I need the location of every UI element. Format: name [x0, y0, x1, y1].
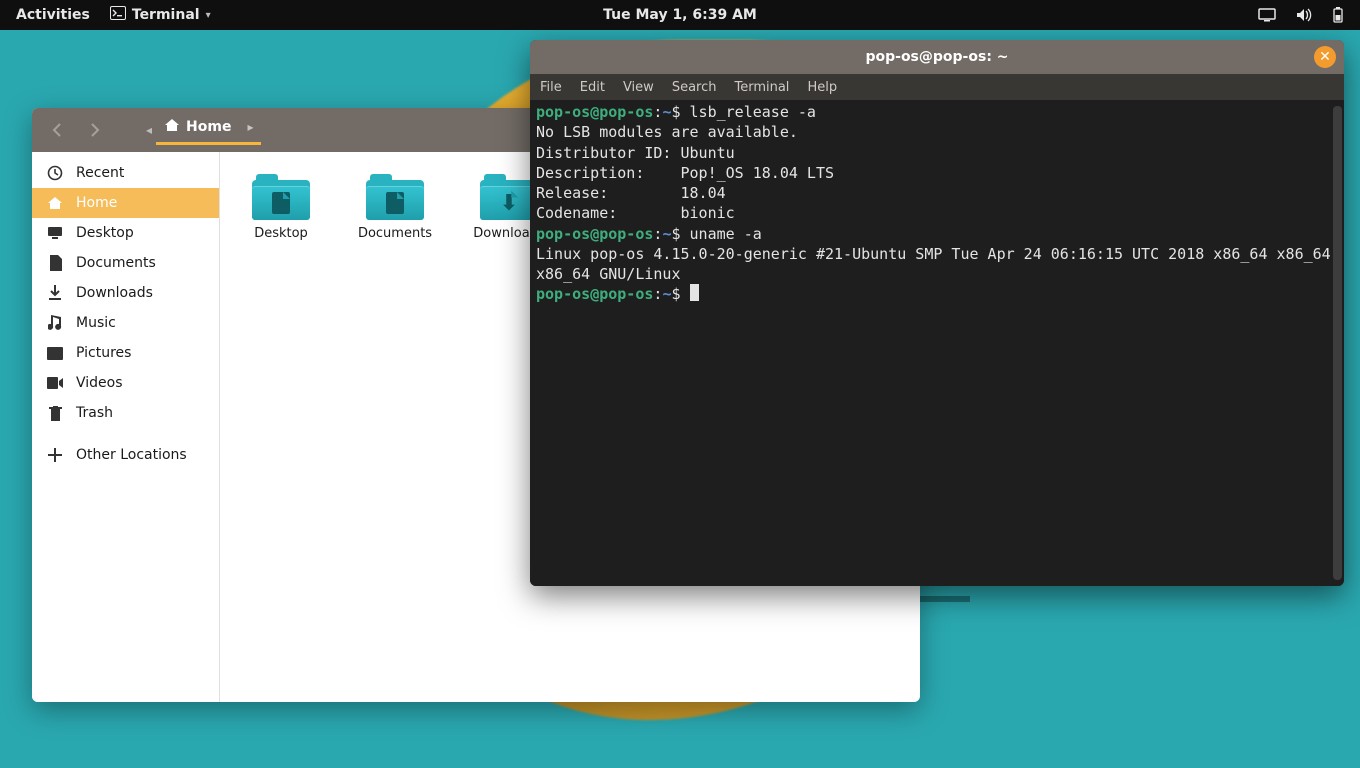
sidebar-item-label: Pictures [76, 345, 131, 361]
folder-desktop[interactable]: Desktop [238, 174, 324, 241]
topbar-app-label: Terminal [132, 7, 200, 23]
sidebar-item-videos[interactable]: Videos [32, 368, 219, 398]
home-icon [164, 118, 180, 136]
sidebar-item-recent[interactable]: Recent [32, 158, 219, 188]
sidebar-item-downloads[interactable]: Downloads [32, 278, 219, 308]
clock-icon [46, 165, 64, 181]
activities-button[interactable]: Activities [10, 7, 96, 23]
terminal-content[interactable]: pop-os@pop-os:~$ lsb_release -aNo LSB mo… [530, 100, 1344, 586]
folder-label: Documents [358, 226, 432, 241]
nav-forward-button[interactable] [78, 116, 110, 144]
desktop-icon [46, 226, 64, 240]
volume-icon[interactable] [1290, 8, 1318, 22]
sidebar-item-label: Videos [76, 375, 123, 391]
menu-view[interactable]: View [623, 80, 654, 95]
trash-icon [46, 406, 64, 421]
sidebar-item-home[interactable]: Home [32, 188, 219, 218]
terminal-scrollbar[interactable] [1333, 106, 1342, 580]
folder-icon [366, 174, 424, 220]
menu-file[interactable]: File [540, 80, 562, 95]
gnome-topbar: Activities Terminal ▾ Tue May 1, 6:39 AM [0, 0, 1360, 30]
terminal-icon [110, 6, 126, 24]
battery-icon[interactable] [1326, 7, 1350, 23]
music-icon [46, 315, 64, 331]
plus-icon [46, 448, 64, 462]
folder-documents[interactable]: Documents [352, 174, 438, 241]
doc-icon [46, 255, 64, 271]
breadcrumb[interactable]: Home ▸ [156, 116, 261, 145]
terminal-menubar: File Edit View Search Terminal Help [530, 74, 1344, 100]
sidebar-item-label: Desktop [76, 225, 134, 241]
sidebar-item-trash[interactable]: Trash [32, 398, 219, 428]
terminal-title-text: pop-os@pop-os: ~ [865, 49, 1008, 65]
files-sidebar: Recent Home Desktop Documents Downloads Music… [32, 152, 220, 702]
folder-label: Desktop [254, 226, 308, 241]
menu-search[interactable]: Search [672, 80, 717, 95]
sidebar-item-documents[interactable]: Documents [32, 248, 219, 278]
terminal-titlebar[interactable]: pop-os@pop-os: ~ ✕ [530, 40, 1344, 74]
sidebar-item-label: Music [76, 315, 116, 331]
menu-edit[interactable]: Edit [580, 80, 605, 95]
sidebar-item-desktop[interactable]: Desktop [32, 218, 219, 248]
sidebar-item-other-locations[interactable]: Other Locations [32, 440, 219, 470]
topbar-clock[interactable]: Tue May 1, 6:39 AM [597, 7, 763, 23]
folder-icon [252, 174, 310, 220]
sidebar-item-label: Trash [76, 405, 113, 421]
screen-icon[interactable] [1252, 8, 1282, 22]
home-icon [46, 196, 64, 210]
breadcrumb-label: Home [186, 119, 231, 135]
menu-help[interactable]: Help [807, 80, 837, 95]
sidebar-item-music[interactable]: Music [32, 308, 219, 338]
topbar-app-menu[interactable]: Terminal ▾ [104, 6, 217, 24]
sidebar-item-label: Other Locations [76, 447, 187, 463]
close-button[interactable]: ✕ [1314, 46, 1336, 68]
sidebar-item-label: Documents [76, 255, 156, 271]
terminal-window: pop-os@pop-os: ~ ✕ File Edit View Search Ter… [530, 40, 1344, 586]
video-icon [46, 377, 64, 389]
breadcrumb-caret-left: ◂ [146, 123, 152, 137]
sidebar-item-pictures[interactable]: Pictures [32, 338, 219, 368]
chevron-down-icon: ▾ [206, 10, 211, 21]
sidebar-item-label: Downloads [76, 285, 153, 301]
picture-icon [46, 347, 64, 360]
sidebar-item-label: Home [76, 195, 117, 211]
menu-terminal[interactable]: Terminal [734, 80, 789, 95]
sidebar-item-label: Recent [76, 165, 124, 181]
download-icon [46, 285, 64, 301]
close-icon: ✕ [1319, 49, 1331, 65]
nav-back-button[interactable] [42, 116, 74, 144]
chevron-right-icon: ▸ [237, 120, 253, 134]
